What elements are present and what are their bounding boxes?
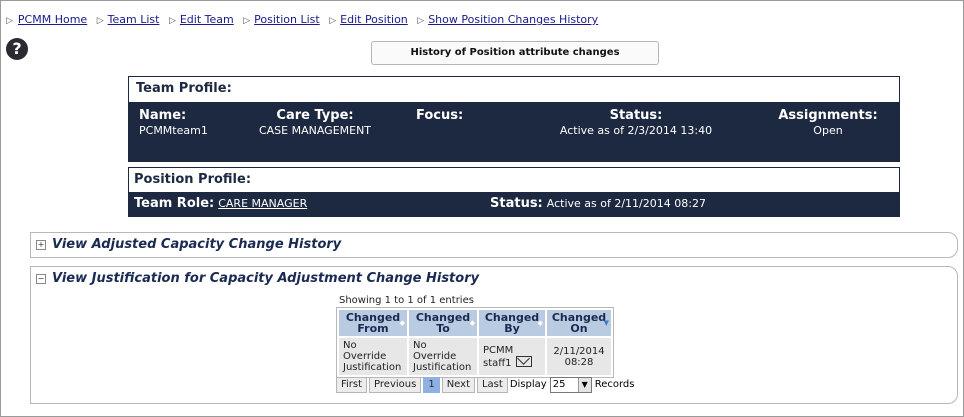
col-label: From bbox=[357, 322, 389, 335]
expand-icon[interactable]: + bbox=[36, 240, 46, 250]
adjusted-capacity-header[interactable]: + View Adjusted Capacity Change History bbox=[36, 237, 341, 252]
breadcrumb-arrow-icon: ▷ bbox=[168, 16, 176, 26]
team-role-label: Team Role: bbox=[134, 196, 215, 211]
position-status-value: Active as of 2/11/2014 08:27 bbox=[546, 197, 706, 210]
team-status-value: Active as of 2/3/2014 13:40 bbox=[559, 124, 713, 137]
team-profile-title: Team Profile: bbox=[129, 77, 899, 100]
chevron-down-icon[interactable]: ▼ bbox=[577, 378, 591, 392]
sort-icon: ◆ bbox=[399, 319, 405, 327]
cell-text: PCMM bbox=[483, 344, 514, 356]
cell-changed-from: No Override Justification bbox=[339, 338, 407, 375]
last-page-button[interactable]: Last bbox=[476, 377, 508, 393]
position-profile-panel: Position Profile: Team Role: CARE MANAGER… bbox=[128, 167, 900, 217]
adjusted-capacity-section: + View Adjusted Capacity Change History bbox=[30, 232, 958, 258]
justification-section: − View Justification for Capacity Adjustm… bbox=[30, 266, 958, 404]
assignments-label: Assignments: bbox=[778, 108, 878, 123]
col-changed-from[interactable]: Changed From ◆ bbox=[339, 310, 407, 336]
breadcrumb-position-list[interactable]: Position List bbox=[254, 13, 320, 26]
first-page-button[interactable]: First bbox=[336, 377, 368, 393]
adjusted-capacity-title[interactable]: View Adjusted Capacity Change History bbox=[52, 237, 341, 252]
team-name-value: PCMMteam1 bbox=[139, 124, 208, 137]
breadcrumb-edit-position[interactable]: Edit Position bbox=[340, 13, 408, 26]
cell-text: Justification bbox=[413, 362, 472, 373]
position-status-field: Status: Active as of 2/11/2014 08:27 bbox=[490, 192, 706, 216]
breadcrumb-arrow-icon: ▷ bbox=[6, 16, 13, 26]
breadcrumb-arrow-icon: ▷ bbox=[243, 16, 251, 26]
team-name-label: Name: bbox=[139, 108, 187, 123]
team-profile-panel: Team Profile: Name: PCMMteam1 Care Type:… bbox=[128, 76, 900, 162]
pagination: First Previous 1 Next Last Display 25 ▼ Records bbox=[336, 377, 634, 393]
cell-text: staff1 bbox=[483, 357, 512, 369]
team-name-field: Name: PCMMteam1 bbox=[139, 108, 208, 137]
breadcrumb-edit-team[interactable]: Edit Team bbox=[180, 13, 234, 26]
cell-text: No Override bbox=[343, 340, 387, 362]
help-icon[interactable]: ? bbox=[6, 38, 28, 60]
breadcrumb-show-position-changes-history[interactable]: Show Position Changes History bbox=[428, 13, 598, 26]
records-label: Records bbox=[594, 379, 635, 390]
team-profile-body: Name: PCMMteam1 Care Type: CASE MANAGEME… bbox=[129, 102, 899, 161]
col-label: To bbox=[436, 322, 450, 335]
cell-changed-on: 2/11/2014 08:28 bbox=[547, 338, 611, 375]
team-role-field: Team Role: CARE MANAGER bbox=[134, 192, 307, 216]
breadcrumb-arrow-icon: ▷ bbox=[96, 16, 104, 26]
focus-label: Focus: bbox=[416, 108, 464, 123]
col-changed-on[interactable]: Changed On ▼ bbox=[547, 310, 611, 336]
sort-desc-icon: ▼ bbox=[603, 319, 609, 327]
next-page-button[interactable]: Next bbox=[441, 377, 475, 393]
justification-header[interactable]: − View Justification for Capacity Adjustm… bbox=[36, 271, 479, 286]
table-header-row: Changed From ◆ Changed To ◆ Changed By ◆ Chang… bbox=[339, 310, 611, 336]
position-profile-title: Position Profile: bbox=[134, 172, 252, 187]
care-type-label: Care Type: bbox=[276, 108, 354, 123]
justification-title[interactable]: View Justification for Capacity Adjustme… bbox=[52, 271, 479, 286]
assignments-value: Open bbox=[813, 124, 843, 137]
history-title-button[interactable]: History of Position attribute changes bbox=[371, 41, 659, 65]
history-table: Changed From ◆ Changed To ◆ Changed By ◆ Chang… bbox=[336, 307, 614, 378]
cell-text: 2/11/2014 bbox=[553, 345, 605, 357]
position-profile-body: Team Role: CARE MANAGER Status: Active as … bbox=[129, 192, 899, 216]
collapse-icon[interactable]: − bbox=[36, 274, 46, 284]
breadcrumb-team-list[interactable]: Team List bbox=[108, 13, 160, 26]
care-type-field: Care Type: CASE MANAGEMENT bbox=[258, 108, 372, 137]
breadcrumb: ▷ PCMM Home ▷ Team List ▷ Edit Team ▷ Positi… bbox=[4, 13, 598, 26]
breadcrumb-arrow-icon: ▷ bbox=[417, 16, 425, 26]
records-per-page-select[interactable]: 25 ▼ bbox=[549, 377, 592, 393]
col-label: By bbox=[504, 322, 520, 335]
display-label: Display bbox=[509, 379, 547, 390]
col-changed-to[interactable]: Changed To ◆ bbox=[409, 310, 477, 336]
records-per-page-value: 25 bbox=[552, 379, 566, 390]
team-role-link[interactable]: CARE MANAGER bbox=[218, 197, 307, 210]
mail-icon[interactable] bbox=[515, 355, 532, 367]
col-changed-by[interactable]: Changed By ◆ bbox=[479, 310, 545, 336]
cell-changed-to: No Override Justification bbox=[409, 338, 477, 375]
table-row: No Override Justification No Override Just… bbox=[339, 338, 611, 375]
position-status-label: Status: bbox=[490, 196, 543, 211]
assignments-field: Assignments: Open bbox=[772, 108, 884, 137]
care-type-value: CASE MANAGEMENT bbox=[258, 124, 372, 137]
team-status-label: Status: bbox=[609, 108, 663, 123]
cell-text: No Override bbox=[413, 340, 457, 362]
col-label: On bbox=[570, 322, 588, 335]
breadcrumb-pcmm-home[interactable]: PCMM Home bbox=[18, 13, 87, 26]
sort-icon: ◆ bbox=[469, 319, 475, 327]
previous-page-button[interactable]: Previous bbox=[369, 377, 422, 393]
team-status-field: Status: Active as of 2/3/2014 13:40 bbox=[531, 108, 741, 137]
entries-info: Showing 1 to 1 of 1 entries bbox=[339, 295, 474, 306]
cell-text: 08:28 bbox=[564, 356, 594, 368]
focus-field: Focus: bbox=[416, 108, 463, 123]
cell-text: Justification bbox=[343, 362, 402, 373]
page-1-button[interactable]: 1 bbox=[423, 377, 440, 393]
cell-changed-by: PCMM staff1 bbox=[479, 338, 545, 375]
sort-icon: ◆ bbox=[537, 319, 543, 327]
breadcrumb-arrow-icon: ▷ bbox=[329, 16, 337, 26]
